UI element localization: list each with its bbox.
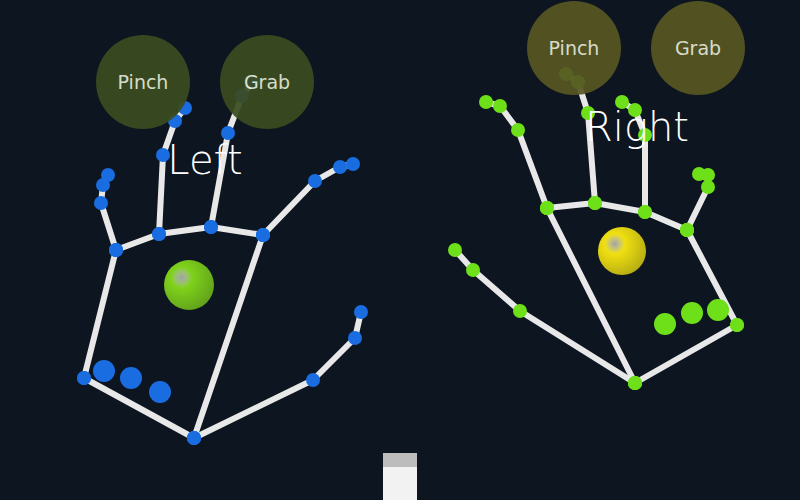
joint — [346, 157, 360, 171]
joint — [187, 431, 201, 445]
joint — [448, 243, 462, 257]
palm-sphere — [164, 260, 214, 310]
joint — [692, 167, 706, 181]
joint — [152, 227, 166, 241]
joint — [109, 243, 123, 257]
joint — [77, 371, 91, 385]
joint — [256, 228, 270, 242]
scene-block — [383, 453, 417, 500]
bone — [547, 203, 687, 230]
bone — [635, 325, 737, 383]
joint — [256, 228, 270, 242]
joint — [730, 318, 744, 332]
joint — [308, 174, 322, 188]
joint — [109, 243, 123, 257]
joint — [654, 313, 676, 335]
joint — [204, 220, 218, 234]
hand-label: Right — [585, 107, 689, 147]
gesture-indicator: Grab — [220, 35, 314, 129]
joint — [93, 360, 115, 382]
joint — [681, 302, 703, 324]
joint — [628, 376, 642, 390]
gesture-indicator: Grab — [651, 1, 745, 95]
joint — [333, 160, 347, 174]
joint — [204, 220, 218, 234]
hand-skeleton — [448, 67, 744, 390]
hand-label: Left — [167, 140, 242, 180]
joint — [588, 196, 602, 210]
hand-tracking-view: Pinch Grab Left Pinch Grab Right — [0, 0, 800, 500]
joint — [348, 331, 362, 345]
joint — [109, 243, 123, 257]
joint — [77, 371, 91, 385]
palm-sphere — [598, 227, 646, 275]
joint — [540, 201, 554, 215]
joint — [638, 205, 652, 219]
joint — [680, 223, 694, 237]
bone — [194, 312, 361, 438]
joint — [354, 305, 368, 319]
joint — [588, 196, 602, 210]
joint — [256, 228, 270, 242]
joint — [493, 99, 507, 113]
gesture-indicator: Pinch — [527, 1, 621, 95]
joint — [511, 123, 525, 137]
joint — [187, 431, 201, 445]
joint — [701, 180, 715, 194]
joint — [306, 373, 320, 387]
joint — [638, 205, 652, 219]
joint — [628, 376, 642, 390]
joint — [187, 431, 201, 445]
bone — [486, 102, 547, 208]
bone — [84, 250, 116, 378]
joint — [152, 227, 166, 241]
joint — [680, 223, 694, 237]
bone — [84, 378, 194, 438]
joint — [707, 299, 729, 321]
hand-skeleton — [77, 75, 368, 445]
joint — [540, 201, 554, 215]
joint — [730, 318, 744, 332]
joint — [466, 263, 480, 277]
gesture-indicator: Pinch — [96, 35, 190, 129]
joint — [513, 304, 527, 318]
joint — [479, 95, 493, 109]
joint — [221, 126, 235, 140]
bone — [263, 164, 353, 235]
joint — [94, 196, 108, 210]
joint — [101, 168, 115, 182]
joint — [680, 223, 694, 237]
joint — [540, 201, 554, 215]
bone — [116, 227, 263, 250]
joint — [120, 367, 142, 389]
joint — [149, 381, 171, 403]
joint — [628, 376, 642, 390]
